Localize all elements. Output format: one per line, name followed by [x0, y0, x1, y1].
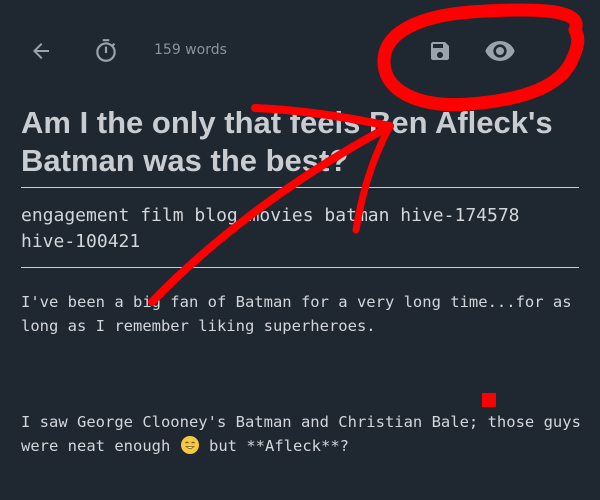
post-title-input[interactable]: Am I the only that feels Ben Afleck's Ba… — [21, 104, 581, 180]
body-paragraph-2-end: but **Afleck**? — [209, 437, 349, 455]
editor-toolbar: 159 words — [0, 0, 600, 104]
body-paragraph-1[interactable]: I've been a big fan of Batman for a very… — [21, 290, 581, 338]
arrow-left-icon — [33, 43, 49, 59]
preview-button[interactable] — [482, 34, 518, 68]
save-button[interactable] — [426, 37, 454, 65]
red-dot-annotation — [482, 393, 496, 407]
back-button[interactable] — [26, 36, 56, 66]
stopwatch-icon — [96, 39, 116, 62]
word-count: 159 words — [154, 42, 227, 58]
body-paragraph-2[interactable]: I saw George Clooney's Batman and Christ… — [21, 410, 581, 458]
tags-divider — [21, 267, 579, 268]
save-icon — [431, 42, 449, 60]
eye-icon — [485, 41, 515, 61]
smiling-face-icon — [180, 436, 199, 454]
timer-button[interactable] — [91, 35, 121, 67]
title-divider — [21, 187, 579, 188]
tags-input[interactable]: engagement film blog movies batman hive-… — [21, 203, 581, 255]
